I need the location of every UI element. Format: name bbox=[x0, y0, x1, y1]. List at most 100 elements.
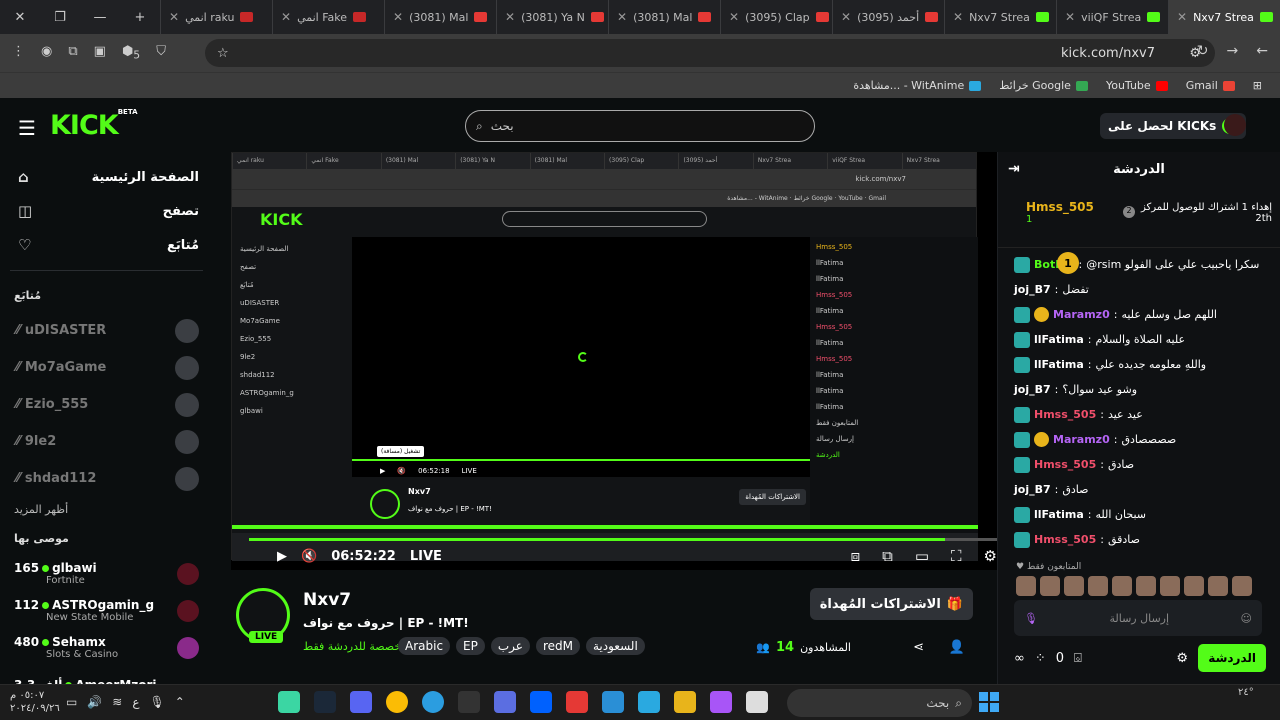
mic-icon[interactable]: 🎙 bbox=[150, 695, 165, 709]
video-progress-bar[interactable] bbox=[249, 538, 997, 541]
video-player[interactable]: انمي raku انمي Fake (3081) Mal (3081) Ya N(… bbox=[231, 152, 997, 570]
hamburger-menu-icon[interactable]: ☰ bbox=[18, 116, 36, 140]
puzzle-icon[interactable]: ⧉ bbox=[68, 44, 77, 62]
fullscreen-icon[interactable]: ⛶ bbox=[951, 547, 962, 565]
channel-name[interactable]: Nxv7 bbox=[303, 590, 351, 610]
edge-icon[interactable] bbox=[422, 691, 444, 713]
chat-settings-icon[interactable]: ⚙ bbox=[1176, 651, 1188, 666]
copilot-icon[interactable] bbox=[710, 691, 732, 713]
chrome-icon[interactable] bbox=[386, 691, 408, 713]
browser-tab[interactable]: ✕ Nxv7 Strea bbox=[944, 0, 1056, 34]
close-window-icon[interactable]: ✕ bbox=[0, 0, 40, 34]
app-icon[interactable] bbox=[566, 691, 588, 713]
following-channel[interactable]: ⁄⁄ Ezio_555 bbox=[0, 386, 213, 423]
close-tab-icon[interactable]: ✕ bbox=[617, 10, 627, 24]
emote[interactable] bbox=[1112, 576, 1132, 596]
volume-icon[interactable]: 🔊 bbox=[87, 695, 102, 709]
tag[interactable]: Arabic bbox=[398, 637, 451, 655]
following-channel[interactable]: ⁄⁄ uDISASTER bbox=[0, 312, 213, 349]
theater-mode-icon[interactable]: ▭ bbox=[915, 547, 929, 565]
sidebar-item-browse[interactable]: ◫ تصفح bbox=[0, 194, 213, 228]
back-icon[interactable]: ← bbox=[1256, 43, 1268, 59]
tag[interactable]: redM bbox=[535, 637, 580, 655]
clip-icon[interactable]: ⧈ bbox=[851, 547, 861, 565]
close-tab-icon[interactable]: ✕ bbox=[1177, 10, 1187, 24]
emote[interactable] bbox=[1208, 576, 1228, 596]
bookmark-item[interactable]: YouTube bbox=[1106, 79, 1168, 92]
chat-send-button[interactable]: الدردشة bbox=[1198, 644, 1266, 672]
restore-window-icon[interactable]: ❐ bbox=[40, 0, 80, 34]
weather-temp[interactable]: ٢٤° bbox=[1238, 687, 1254, 698]
close-tab-icon[interactable]: ✕ bbox=[729, 10, 739, 24]
recommended-channel[interactable]: 165 glbawi Fortnite bbox=[0, 555, 213, 592]
gift-icon[interactable]: ⌺ bbox=[1074, 651, 1082, 666]
dropbox-icon[interactable] bbox=[530, 691, 552, 713]
emote[interactable] bbox=[1040, 576, 1060, 596]
browser-tab[interactable]: ✕ viiQF Strea bbox=[1056, 0, 1168, 34]
show-more-link[interactable]: أظهر المزيد bbox=[0, 497, 213, 522]
browser-tab[interactable]: ✕ انمي Fake bbox=[272, 0, 384, 34]
close-tab-icon[interactable]: ✕ bbox=[841, 10, 851, 24]
wifi-icon[interactable]: ≋ bbox=[112, 695, 122, 709]
minimize-window-icon[interactable]: — bbox=[80, 0, 120, 34]
language-indicator[interactable]: ع bbox=[132, 695, 139, 709]
url-field[interactable]: ☆ kick.com/nxv7 ⚙ bbox=[205, 39, 1215, 67]
infinity-icon[interactable]: ∞ bbox=[1014, 651, 1025, 666]
gifted-subs-button[interactable]: الاشتراكات المُهداة 🎁 bbox=[809, 588, 973, 620]
close-tab-icon[interactable]: ✕ bbox=[281, 10, 291, 24]
bookmark-item[interactable]: مشاهدة... - WitAnime bbox=[853, 79, 982, 92]
emote[interactable] bbox=[1064, 576, 1084, 596]
sidebar-item-home[interactable]: ⌂ الصفحة الرئيسية bbox=[0, 160, 213, 194]
tag[interactable]: السعودية bbox=[585, 637, 645, 655]
following-channel[interactable]: ⁄⁄ shdad112 bbox=[0, 460, 213, 497]
share-icon[interactable]: ⋖ bbox=[913, 640, 924, 655]
store-icon[interactable] bbox=[638, 691, 660, 713]
recommended-channel[interactable]: 480 Sehamx Slots & Casino bbox=[0, 629, 213, 666]
close-tab-icon[interactable]: ✕ bbox=[1065, 10, 1075, 24]
emote[interactable] bbox=[1016, 576, 1036, 596]
reload-icon[interactable]: ↻ bbox=[1197, 43, 1209, 59]
mute-button[interactable]: 🔇 bbox=[301, 549, 317, 564]
app-icon[interactable] bbox=[278, 691, 300, 713]
play-button[interactable]: ▶ bbox=[277, 549, 287, 564]
menu-dots-icon[interactable]: ⋮ bbox=[12, 44, 25, 62]
close-tab-icon[interactable]: ✕ bbox=[169, 10, 179, 24]
emote[interactable] bbox=[1232, 576, 1252, 596]
live-indicator[interactable]: LIVE bbox=[410, 549, 442, 564]
emoji-icon[interactable]: ☺ bbox=[1241, 612, 1252, 625]
stream-category[interactable]: مخصصة للدردشة فقط bbox=[303, 640, 407, 653]
discord-icon[interactable] bbox=[350, 691, 372, 713]
extension-icon[interactable]: ▣ bbox=[94, 44, 106, 62]
recommended-channel[interactable]: 112 ASTROgamin_g New State Mobile bbox=[0, 592, 213, 629]
collapse-chat-icon[interactable]: ⇥ bbox=[1008, 161, 1020, 177]
pip-icon[interactable]: ⧉ bbox=[882, 547, 893, 565]
sidebar-item-following[interactable]: ♡ مُتابَع bbox=[0, 228, 213, 262]
extension-icon[interactable]: ◉ bbox=[41, 44, 52, 62]
file-explorer-icon[interactable] bbox=[674, 691, 696, 713]
tag[interactable]: عرب bbox=[490, 637, 530, 655]
bookmark-item[interactable]: خرائط Google bbox=[999, 79, 1088, 92]
kick-logo[interactable]: KICKBETA bbox=[50, 108, 138, 141]
forward-icon[interactable]: → bbox=[1227, 43, 1239, 59]
following-channel[interactable]: ⁄⁄ 9le2 bbox=[0, 423, 213, 460]
all-bookmarks-icon[interactable]: ⊞ bbox=[1253, 79, 1262, 92]
chat-input[interactable]: 🎙 إرسال رسالة ☺ bbox=[1014, 600, 1262, 636]
close-tab-icon[interactable]: ✕ bbox=[393, 10, 403, 24]
close-tab-icon[interactable]: ✕ bbox=[505, 10, 515, 24]
steam-icon[interactable] bbox=[314, 691, 336, 713]
browser-tab[interactable]: ✕ (3081) Ya N bbox=[496, 0, 608, 34]
follow-icon[interactable]: 👤 bbox=[949, 640, 965, 655]
user-avatar[interactable] bbox=[1224, 114, 1246, 136]
new-tab-button[interactable]: + bbox=[120, 0, 160, 34]
browser-tab[interactable]: ✕ (3095) Clap bbox=[720, 0, 832, 34]
browser-tab[interactable]: ✕ (3081) Mal bbox=[384, 0, 496, 34]
battery-icon[interactable]: ▭ bbox=[66, 695, 77, 709]
browser-tab-active[interactable]: ✕ Nxv7 Strea bbox=[1168, 0, 1280, 34]
tag[interactable]: EP bbox=[456, 637, 485, 655]
app-icon[interactable] bbox=[746, 691, 768, 713]
emote[interactable] bbox=[1184, 576, 1204, 596]
clock[interactable]: ٠٥:٠٧ م ٢٠٢٤/٠٩/٢٦ bbox=[10, 689, 60, 715]
bookmark-item[interactable]: Gmail bbox=[1186, 79, 1235, 92]
close-tab-icon[interactable]: ✕ bbox=[953, 10, 963, 24]
extension-badge-icon[interactable]: ⬢5 bbox=[122, 44, 140, 62]
